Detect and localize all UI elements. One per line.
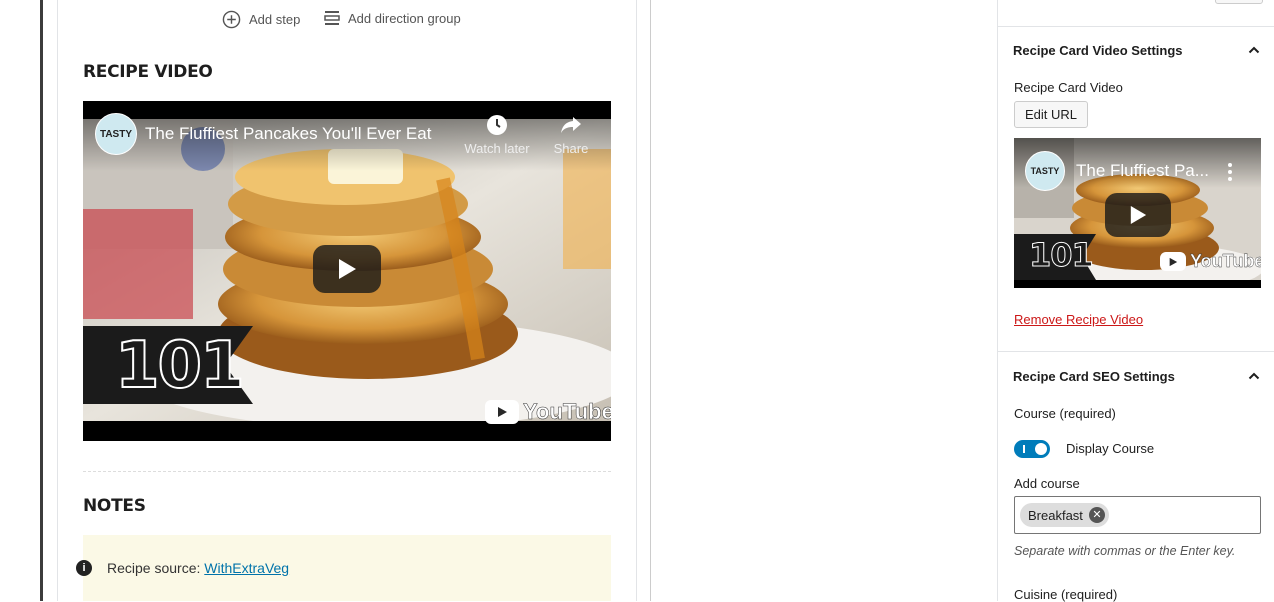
recipe-video-embed[interactable]: TASTY The Fluffiest Pancakes You'll Ever…: [83, 101, 611, 441]
section-divider: [83, 471, 611, 472]
play-button[interactable]: [313, 245, 381, 293]
display-course-toggle[interactable]: [1014, 440, 1050, 458]
more-vertical-icon[interactable]: [1226, 162, 1234, 182]
editor-sidebar-divider: [650, 0, 651, 601]
youtube-play-icon: [485, 400, 519, 424]
thumb-episode-number: 101: [1029, 236, 1095, 275]
add-step-label: Add step: [249, 12, 301, 27]
channel-avatar[interactable]: TASTY: [95, 113, 137, 155]
add-course-label: Add course: [1014, 476, 1080, 491]
cuisine-label: Cuisine (required): [1014, 587, 1118, 602]
youtube-wordmark: YouTube: [523, 399, 611, 425]
thumb-youtube-play-icon: [1160, 252, 1186, 271]
display-course-label: Display Course: [1066, 441, 1155, 456]
watch-later-button[interactable]: Watch later: [457, 113, 537, 156]
remove-recipe-video-link[interactable]: Remove Recipe Video: [1014, 312, 1143, 327]
share-arrow-icon: [561, 117, 581, 133]
seo-settings-title: Recipe Card SEO Settings: [1013, 369, 1175, 384]
video-settings-panel-toggle[interactable]: Recipe Card Video Settings: [998, 26, 1274, 74]
editor-left-border: [40, 0, 43, 601]
course-label: Course (required): [1014, 406, 1116, 421]
video-preview-thumbnail[interactable]: TASTY The Fluffiest Pa... 101 YouTube: [1014, 138, 1261, 288]
chevron-up-icon: [1248, 46, 1260, 54]
add-direction-group-label: Add direction group: [348, 10, 461, 26]
recipe-source-link[interactable]: WithExtraVeg: [204, 560, 289, 576]
course-token-label: Breakfast: [1028, 507, 1083, 523]
recipe-source-label: Recipe source:: [107, 560, 201, 576]
add-direction-group-button[interactable]: Add direction group: [324, 10, 461, 26]
recipe-video-heading: RECIPE VIDEO: [83, 62, 213, 82]
notes-heading: NOTES: [83, 496, 146, 516]
thumb-youtube-logo: YouTube: [1160, 251, 1261, 272]
share-label: Share: [553, 141, 589, 156]
seo-settings-panel-toggle[interactable]: Recipe Card SEO Settings: [998, 352, 1274, 400]
thumb-play-icon: [1130, 206, 1147, 224]
toggle-on-indicator: [1023, 445, 1025, 453]
thumb-channel-avatar: TASTY: [1025, 151, 1065, 191]
chevron-up-icon: [1248, 372, 1260, 380]
remove-token-icon[interactable]: ✕: [1088, 507, 1105, 523]
toggle-knob: [1035, 443, 1047, 455]
recipe-card-video-label: Recipe Card Video: [1014, 80, 1123, 95]
group-list-icon: [324, 11, 340, 25]
thumb-play-button[interactable]: [1105, 193, 1171, 237]
thumb-video-title: The Fluffiest Pa...: [1076, 161, 1209, 180]
info-icon: i: [76, 560, 92, 576]
add-step-button[interactable]: Add step: [222, 10, 300, 29]
thumb-youtube-wordmark: YouTube: [1190, 251, 1261, 271]
edit-url-button[interactable]: Edit URL: [1014, 101, 1088, 128]
partial-button[interactable]: [1215, 0, 1263, 4]
clock-icon: [487, 115, 507, 135]
watch-later-label: Watch later: [464, 141, 530, 156]
course-help-text: Separate with commas or the Enter key.: [1014, 544, 1236, 558]
video-title[interactable]: The Fluffiest Pancakes You'll Ever Eat: [145, 124, 431, 144]
youtube-logo[interactable]: YouTube: [485, 399, 611, 425]
episode-number: 101: [114, 328, 246, 404]
course-token: Breakfast ✕: [1020, 503, 1109, 527]
recipe-source-note[interactable]: Recipe source: WithExtraVeg: [107, 560, 289, 576]
add-course-input[interactable]: Breakfast ✕: [1014, 496, 1261, 534]
video-settings-title: Recipe Card Video Settings: [1013, 43, 1183, 58]
share-button[interactable]: Share: [549, 113, 593, 156]
play-icon: [339, 259, 356, 279]
add-circle-icon: [222, 10, 241, 29]
